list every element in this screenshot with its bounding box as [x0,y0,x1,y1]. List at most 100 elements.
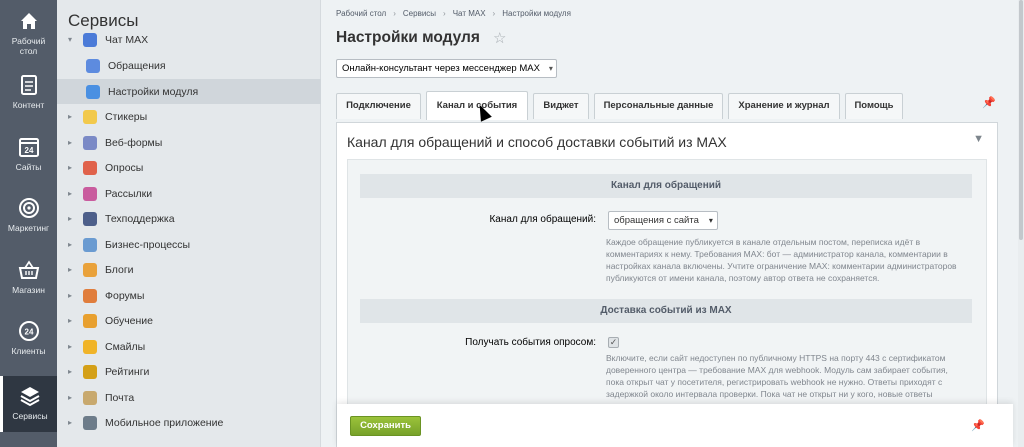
scrollbar[interactable] [1018,0,1024,447]
gear-icon [86,84,100,99]
home-icon [20,13,37,29]
sidebar-item[interactable]: ▸ Форумы [57,283,321,308]
sidebar-item[interactable]: ▸ Мобильное приложение [57,410,321,435]
chevron-down-icon[interactable]: ▾ [68,35,76,44]
chevron-right-icon[interactable]: ▸ [68,393,76,402]
rail-item-sites[interactable]: 24 Сайты [0,136,57,196]
chat-sub-icon [86,58,100,73]
breadcrumb-item[interactable]: Рабочий стол [336,9,386,18]
tab-widget[interactable]: Виджет [533,93,589,119]
chevron-right-icon[interactable]: ▸ [68,240,76,249]
sidebar-item-label: Смайлы [105,340,146,353]
sidebar-item-label: Опросы [105,161,144,174]
tab-storage-log[interactable]: Хранение и журнал [728,93,840,119]
layers-icon [20,387,40,407]
sidebar-item[interactable]: Обращения [57,53,321,78]
breadcrumb: Рабочий стол › Сервисы › Чат MAX › Настройки м… [336,9,571,18]
rail-item-clients[interactable]: 24 Клиенты [0,320,57,380]
mailing-icon [83,186,97,201]
rail-label-services: Сервисы [12,411,48,421]
rail-item-services[interactable]: Сервисы [0,376,57,432]
clients-badge: 24 [24,328,33,337]
panel-body: Канал для обращений Канал для обращений:… [347,159,987,407]
chevron-right-icon[interactable]: ▸ [68,418,76,427]
chevron-right-icon[interactable]: ▸ [68,163,76,172]
chevron-right-icon[interactable]: ▸ [68,214,76,223]
tab-help[interactable]: Помощь [845,93,903,119]
chevron-right-icon[interactable]: ▸ [68,316,76,325]
sites-badge: 24 [24,146,33,155]
rail-item-shop[interactable]: Магазин [0,259,57,319]
chevron-right-icon[interactable]: ▸ [68,367,76,376]
chevron-right-icon[interactable]: ▸ [68,112,76,121]
left-rail: Рабочий стол Контент 24 Сайты Маркетинг … [0,0,57,447]
sidebar-item[interactable]: Настройки модуля [57,79,321,104]
chevron-right-icon[interactable]: ▸ [68,189,76,198]
chevron-right-icon[interactable]: ▸ [68,342,76,351]
breadcrumb-item[interactable]: Сервисы [403,9,436,18]
pin-icon[interactable]: 📌 [971,419,985,432]
sidebar-item-label: Блоги [105,263,134,276]
breadcrumb-separator-icon: › [443,9,446,18]
save-button[interactable]: Сохранить [350,416,421,436]
main-area: Рабочий стол › Сервисы › Чат MAX › Настройки м… [321,0,1024,447]
sidebar-item-label: Обращения [108,59,166,72]
sidebar-item[interactable]: ▾ Чат MAX [57,27,321,52]
breadcrumb-separator-icon: › [492,9,496,18]
sidebar-item[interactable]: ▸ Почта [57,385,321,410]
rail-item-content[interactable]: Контент [0,74,57,134]
sidebar-item-label: Стикеры [105,110,148,123]
breadcrumb-separator-icon: › [393,9,396,18]
channel-field-label: Канал для обращений: [489,214,596,225]
sidebar-item[interactable]: ▸ Опросы [57,155,321,180]
channel-select[interactable]: обращения с сайта ▾ [608,211,718,230]
sidebar-item-label: Чат MAX [105,33,149,46]
sidebar-item[interactable]: ▸ Блоги [57,257,321,282]
rail-label-marketing: Маркетинг [7,223,50,233]
sticker-icon [83,109,97,124]
sidebar-item-label: Обучение [105,314,154,327]
rail-label-shop: Магазин [12,285,45,295]
panel-title: Канал для обращений и способ доставки со… [347,134,727,150]
rail-item-desktop[interactable]: Рабочий стол [0,0,57,60]
sidebar-item[interactable]: ▸ Стикеры [57,104,321,129]
rail-item-marketing[interactable]: Маркетинг [0,197,57,257]
sidebar-item[interactable]: ▸ Техподдержка [57,206,321,231]
sidebar-item[interactable]: ▸ Бизнес-процессы [57,232,321,257]
sidebar-item-label: Веб-формы [105,136,163,149]
breadcrumb-item[interactable]: Настройки модуля [502,9,571,18]
sidebar-item[interactable]: ▸ Рейтинги [57,359,321,384]
target-icon [18,198,39,218]
clients-icon: 24 [18,321,39,341]
breadcrumb-item[interactable]: Чат MAX [453,9,486,18]
chevron-down-icon: ▾ [708,216,713,225]
chevron-right-icon[interactable]: ▸ [68,291,76,300]
tab-connection[interactable]: Подключение [336,93,421,119]
pin-icon[interactable]: 📌 [982,96,996,109]
sidebar-item-label: Бизнес-процессы [105,238,191,251]
collapse-icon[interactable]: ▼ [973,133,984,145]
sidebar-item[interactable]: ▸ Обучение [57,308,321,333]
chevron-right-icon[interactable]: ▸ [68,138,76,147]
learning-icon [83,313,97,328]
support-icon [83,211,97,226]
bizproc-icon [83,237,97,252]
chevron-right-icon[interactable]: ▸ [68,265,76,274]
sidebar-item-label: Форумы [105,289,145,302]
footer-bar: Сохранить 📌 [337,404,1013,447]
section-header-delivery: Доставка событий из MAX [360,299,972,323]
blog-icon [83,262,97,277]
sidebar-item[interactable]: ▸ Смайлы [57,334,321,359]
scrollbar-thumb[interactable] [1019,0,1023,240]
tab-personal-data[interactable]: Персональные данные [594,93,723,119]
channel-select-value: обращения с сайта [614,215,699,226]
page-title: Настройки модуля [336,29,480,46]
chevron-down-icon: ▾ [548,64,553,73]
polling-help-text: Включите, если сайт недоступен по публич… [606,353,948,399]
rail-label-sites: Сайты [15,162,42,172]
polling-checkbox[interactable]: ✓ [608,337,619,348]
star-icon[interactable]: ☆ [493,29,506,47]
module-select[interactable]: Онлайн-консультант через мессенджер MAX … [336,59,557,78]
sidebar-item[interactable]: ▸ Веб-формы [57,130,321,155]
sidebar-item[interactable]: ▸ Рассылки [57,181,321,206]
